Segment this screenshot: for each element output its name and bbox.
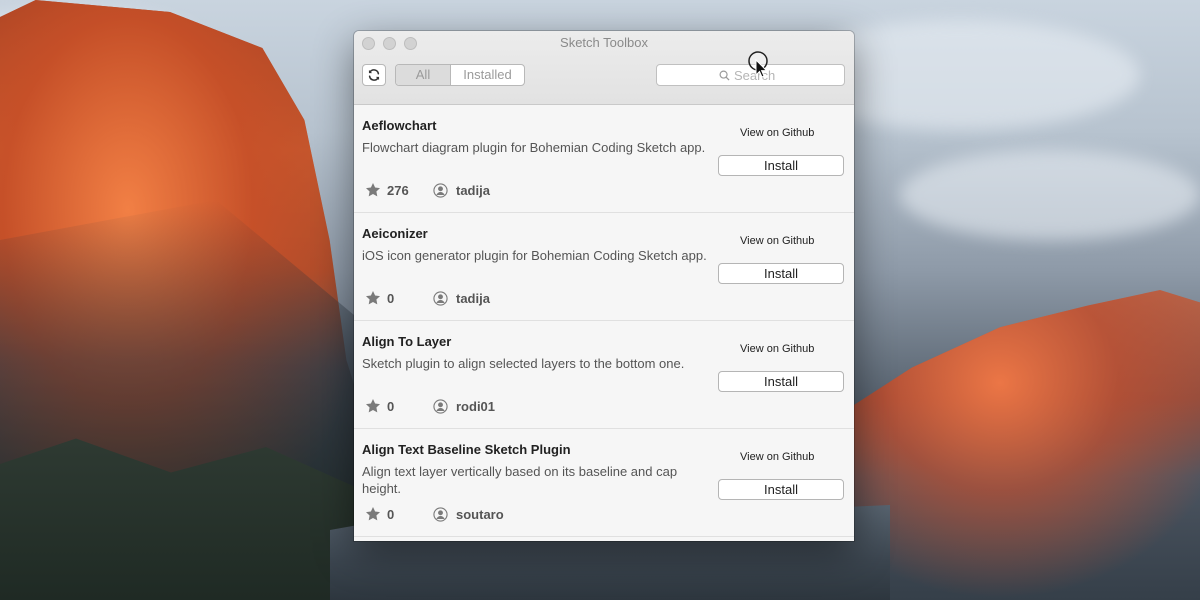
cloud (900, 150, 1200, 240)
install-button[interactable]: Install (718, 479, 844, 500)
view-on-github-link[interactable]: View on Github (740, 343, 814, 355)
star-count: 0 (387, 506, 395, 522)
plugin-description: Flowchart diagram plugin for Bohemian Co… (362, 140, 706, 155)
user-icon (433, 398, 448, 414)
tab-installed[interactable]: Installed (451, 65, 524, 85)
plugin-name: Aeiconizer (362, 226, 428, 241)
plugin-name: Align To Layer (362, 334, 452, 349)
user-icon (433, 290, 448, 306)
plugin-author: tadija (456, 290, 490, 306)
star-count: 276 (387, 182, 409, 198)
plugin-row: Aeflowchart Flowchart diagram plugin for… (354, 105, 854, 213)
window-title: Sketch Toolbox (560, 35, 648, 50)
plugin-author: rodi01 (456, 398, 496, 414)
plugin-meta: 276 tadija (365, 182, 490, 198)
plugin-name: Aeflowchart (362, 118, 437, 133)
install-button[interactable]: Install (718, 371, 844, 392)
plugin-name: Align Text Baseline Sketch Plugin (362, 442, 571, 457)
search-icon (719, 70, 730, 81)
star-count: 0 (387, 398, 395, 414)
plugin-meta: 0 tadija (365, 290, 490, 306)
plugin-description: iOS icon generator plugin for Bohemian C… (362, 248, 707, 263)
view-on-github-link[interactable]: View on Github (740, 235, 814, 247)
star-icon (366, 183, 380, 197)
star-count: 0 (387, 290, 395, 306)
filter-segmented-control: All Installed (395, 64, 525, 86)
install-button[interactable]: Install (718, 263, 844, 284)
view-on-github-link[interactable]: View on Github (740, 127, 814, 139)
install-button[interactable]: Install (718, 155, 844, 176)
refresh-button[interactable] (362, 64, 386, 86)
tab-all[interactable]: All (396, 65, 451, 85)
granite-cliff-right (840, 290, 1200, 600)
plugin-row: Align Text Baseline Sketch Plugin Align … (354, 429, 854, 537)
plugin-author: tadija (456, 182, 490, 198)
user-icon (433, 506, 448, 522)
plugin-meta: 0 rodi01 (365, 398, 495, 414)
title-bar: Sketch Toolbox All Installed (354, 31, 854, 105)
plugin-description: Align text layer vertically based on its… (362, 464, 678, 496)
user-icon (433, 182, 448, 198)
plugin-author: soutaro (456, 506, 504, 522)
plugin-meta: 0 soutaro (365, 506, 504, 522)
view-on-github-link[interactable]: View on Github (740, 451, 814, 463)
star-icon (366, 399, 380, 413)
cursor-icon (748, 51, 768, 78)
sketch-toolbox-window: Sketch Toolbox All Installed Aeflowchart (354, 31, 854, 541)
refresh-icon (368, 69, 380, 81)
plugin-row: Align To Layer Sketch plugin to align se… (354, 321, 854, 429)
star-icon (366, 507, 380, 521)
plugin-row: Aeiconizer iOS icon generator plugin for… (354, 213, 854, 321)
star-icon (366, 291, 380, 305)
plugin-list: Aeflowchart Flowchart diagram plugin for… (354, 105, 854, 537)
plugin-description: Sketch plugin to align selected layers t… (362, 356, 685, 371)
